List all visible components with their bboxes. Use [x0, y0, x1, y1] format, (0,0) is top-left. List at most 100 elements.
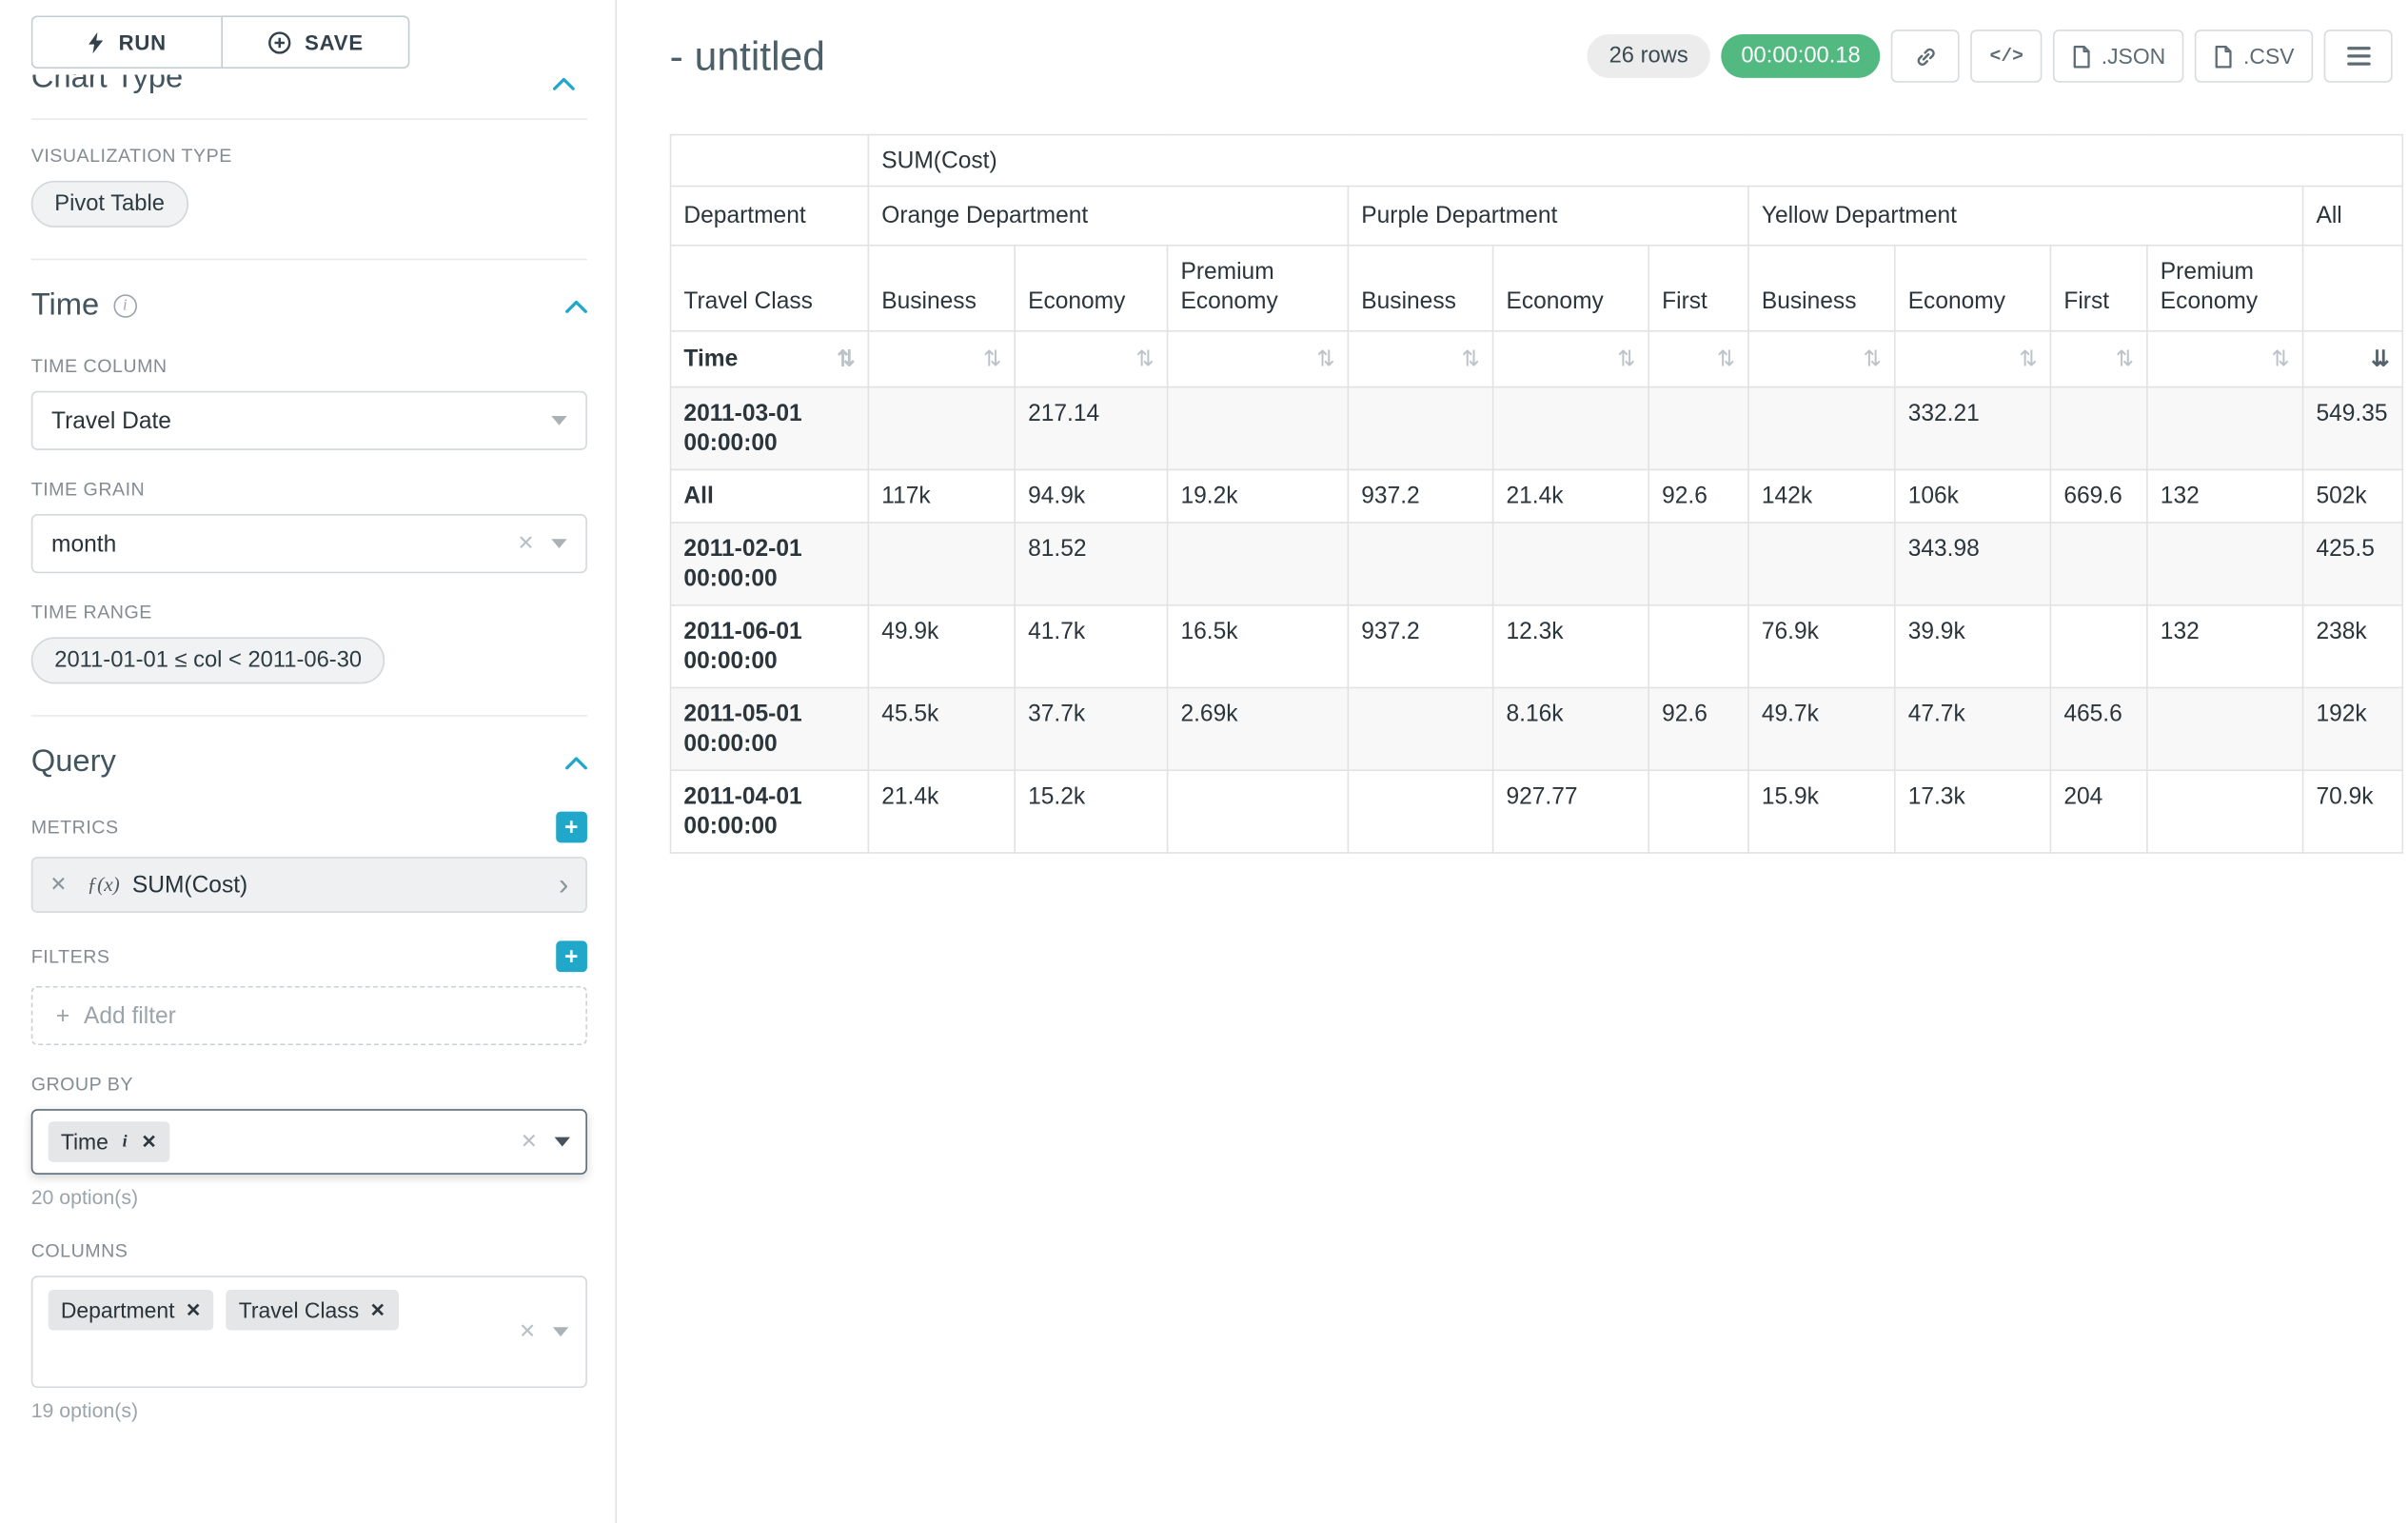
time-grain-select[interactable]: month ✕: [31, 514, 587, 573]
sort-icon[interactable]: ⇅: [1864, 345, 1882, 374]
pivot-value-cell: [868, 523, 1015, 605]
value-pill[interactable]: Travel Class✕: [227, 1290, 399, 1331]
clear-icon[interactable]: ✕: [517, 531, 534, 556]
group-by-select[interactable]: Timei ✕ ✕: [31, 1109, 587, 1175]
pivot-row-label: 2011-04-01 00:00:00: [671, 770, 869, 853]
value-pill[interactable]: Department ✕: [49, 1290, 214, 1331]
time-label-text: Time: [683, 346, 738, 372]
pivot-sort-cell[interactable]: ⇅: [868, 331, 1015, 387]
pivot-value-cell: [1648, 523, 1748, 605]
pivot-coldim-label: Department: [671, 187, 869, 246]
pivot-value-cell: [1648, 770, 1748, 853]
divider: [31, 715, 587, 717]
pivot-sort-cell[interactable]: ⇅: [1493, 331, 1649, 387]
remove-icon[interactable]: ✕: [186, 1299, 201, 1321]
pivot-sort-cell[interactable]: ⇅: [1348, 331, 1492, 387]
query-section-header[interactable]: Query: [31, 744, 587, 781]
clear-icon[interactable]: ✕: [521, 1129, 538, 1154]
chart-type-section-header[interactable]: Chart Type: [31, 75, 587, 103]
chevron-up-icon[interactable]: [565, 300, 587, 312]
pill-label: Department: [61, 1297, 175, 1322]
pivot-value-cell: 16.5k: [1168, 605, 1349, 688]
sort-icon[interactable]: ⇅: [837, 345, 855, 374]
sort-icon[interactable]: ⇅: [2116, 345, 2134, 374]
export-json-button[interactable]: .JSON: [2053, 30, 2184, 83]
run-button[interactable]: RUN: [31, 15, 222, 69]
pivot-sort-cell[interactable]: ⇅: [2147, 331, 2303, 387]
pivot-row-label: 2011-05-01 00:00:00: [671, 688, 869, 771]
value-pill[interactable]: Timei ✕: [49, 1121, 169, 1162]
pivot-sort-cell[interactable]: ⇅: [1748, 331, 1895, 387]
sort-icon[interactable]: ⇅: [1316, 345, 1334, 374]
remove-icon[interactable]: ✕: [370, 1299, 385, 1321]
sort-icon[interactable]: ⇅: [1135, 345, 1154, 374]
pivot-class-header: Premium Economy: [1168, 246, 1349, 331]
pivot-group-header: Yellow Department: [1748, 187, 2303, 246]
pivot-sort-cell[interactable]: ⇅: [2050, 331, 2146, 387]
pivot-value-cell: 8.16k: [1493, 688, 1649, 771]
metric-pill[interactable]: ✕ ƒ(x) SUM(Cost) ›: [31, 857, 587, 913]
time-range-label: TIME RANGE: [31, 602, 152, 623]
chart-menu-button[interactable]: [2324, 30, 2393, 83]
group-by-pills: Timei ✕: [49, 1121, 182, 1162]
sort-icon[interactable]: ⇅: [983, 345, 1001, 374]
sort-icon[interactable]: ⇅: [1461, 345, 1479, 374]
sort-desc-icon[interactable]: ⇊: [2371, 345, 2389, 374]
time-range-value[interactable]: 2011-01-01 ≤ col < 2011-06-30: [31, 637, 385, 683]
pivot-value-cell: 92.6: [1648, 469, 1748, 523]
info-icon: i: [113, 294, 137, 318]
visualization-type-label: VISUALIZATION TYPE: [31, 145, 232, 167]
chart-panel: - untitled 26 rows 00:00:00.18 </>: [617, 0, 2408, 1523]
pivot-value-cell: [1348, 523, 1492, 605]
pivot-time-label[interactable]: Time ⇅: [671, 331, 869, 387]
share-link-button[interactable]: [1891, 30, 1960, 83]
save-button[interactable]: SAVE: [221, 15, 409, 69]
time-column-select[interactable]: Travel Date: [31, 391, 587, 450]
pill-label: Time: [61, 1129, 109, 1154]
pivot-value-cell: 425.5: [2303, 523, 2403, 605]
pivot-sort-cell[interactable]: ⇅: [1648, 331, 1748, 387]
columns-options-hint: 19 option(s): [31, 1399, 587, 1423]
pivot-class-header: Business: [868, 246, 1015, 331]
control-panel: RUN SAVE Chart Type VISUALIZATION TYPE P…: [0, 0, 617, 1523]
pivot-class-header: First: [2050, 246, 2146, 331]
sort-icon[interactable]: ⇅: [1717, 345, 1735, 374]
export-csv-button[interactable]: .CSV: [2195, 30, 2313, 83]
export-csv-label: .CSV: [2243, 44, 2294, 69]
column-info-icon[interactable]: i: [119, 1133, 130, 1152]
columns-select[interactable]: Department✕Travel Class✕ ✕: [31, 1276, 587, 1388]
pivot-value-cell: 19.2k: [1168, 469, 1349, 523]
pivot-sort-cell[interactable]: ⇊: [2303, 331, 2403, 387]
pivot-value-cell: 92.6: [1648, 688, 1748, 771]
remove-icon[interactable]: ✕: [49, 872, 67, 897]
clear-icon[interactable]: ✕: [519, 1319, 536, 1344]
time-column-label: TIME COLUMN: [31, 355, 168, 377]
add-filter-plus-button[interactable]: +: [556, 940, 587, 972]
time-column-value: Travel Date: [51, 407, 171, 434]
chevron-up-icon[interactable]: [565, 757, 587, 769]
pivot-value-cell: 12.3k: [1493, 605, 1649, 688]
sort-icon[interactable]: ⇅: [2271, 345, 2289, 374]
add-metric-button[interactable]: +: [556, 812, 587, 843]
add-filter-button[interactable]: + Add filter: [31, 986, 587, 1045]
pivot-sort-cell[interactable]: ⇅: [1168, 331, 1349, 387]
pivot-value-cell: 132: [2147, 469, 2303, 523]
pivot-sort-cell[interactable]: ⇅: [1895, 331, 2051, 387]
remove-icon[interactable]: ✕: [141, 1131, 156, 1153]
pivot-data-row: All117k94.9k19.2k937.221.4k92.6142k106k6…: [671, 469, 2403, 523]
pivot-sort-cell[interactable]: ⇅: [1015, 331, 1167, 387]
save-label: SAVE: [305, 30, 364, 54]
divider: [31, 259, 587, 261]
caret-down-icon: [555, 1137, 570, 1147]
pivot-value-cell: 17.3k: [1895, 770, 2051, 853]
pivot-value-cell: 94.9k: [1015, 469, 1167, 523]
pivot-value-cell: 204: [2050, 770, 2146, 853]
pivot-value-cell: 39.9k: [1895, 605, 2051, 688]
visualization-type-value[interactable]: Pivot Table: [31, 181, 188, 227]
time-section-header[interactable]: Time i: [31, 288, 587, 325]
pivot-value-cell: 669.6: [2050, 469, 2146, 523]
sort-icon[interactable]: ⇅: [1617, 345, 1635, 374]
chart-type-heading: Chart Type: [31, 75, 184, 97]
sort-icon[interactable]: ⇅: [2019, 345, 2037, 374]
embed-code-button[interactable]: </>: [1971, 30, 2043, 83]
